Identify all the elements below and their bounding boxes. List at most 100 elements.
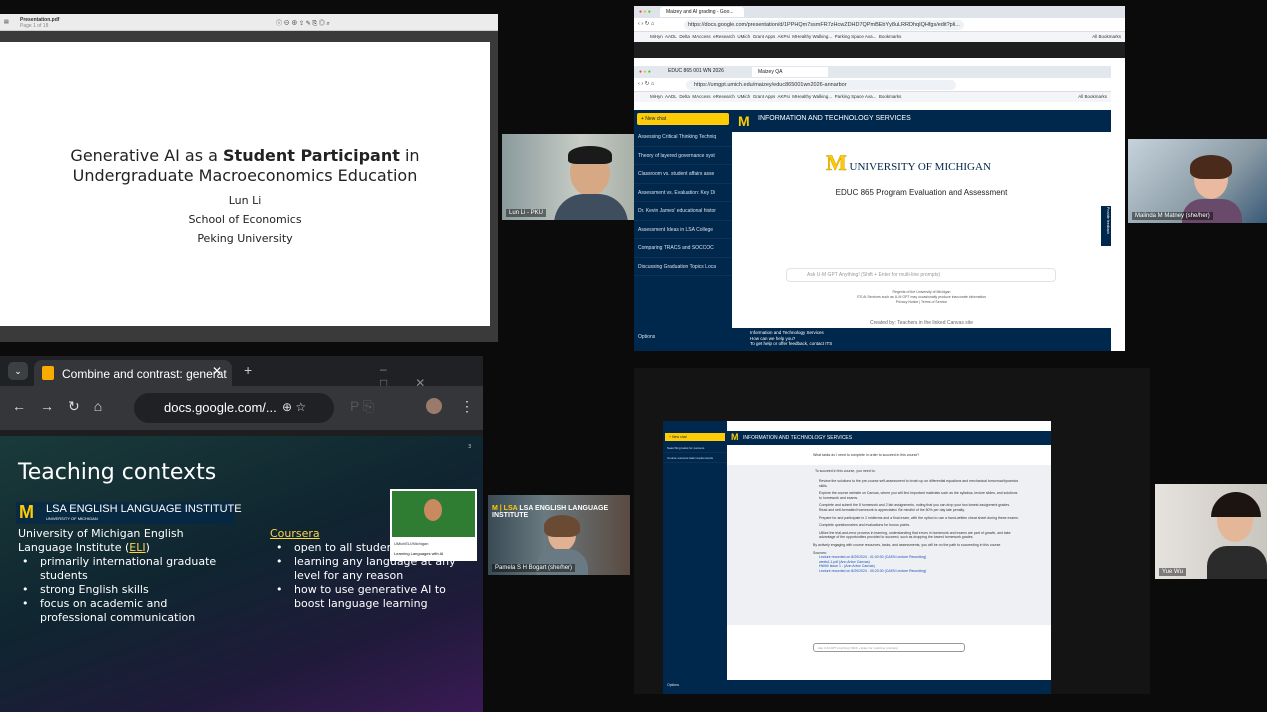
sidebar-toggle-icon[interactable]: ▤ [4, 19, 9, 25]
video-thumbnail[interactable]: UMichELI/Michigan Learning Languages wit… [390, 489, 477, 561]
bookmark-item[interactable]: AKPsi [777, 94, 789, 99]
answer-bullet: Review the solutions to the pre-course s… [819, 479, 1019, 488]
source-link[interactable]: Lecture recorded on 8/29/2024 - 00:23:00… [819, 569, 1019, 574]
video-tile-yue-wu[interactable]: Yue Wu [1155, 484, 1267, 579]
tab-maizey-qa[interactable]: Maizey QA [752, 67, 828, 77]
new-chat-button[interactable]: + New chat [637, 113, 729, 125]
nav-icons[interactable]: ‹ › ↻ ⌂ [638, 81, 654, 87]
address-bar: ‹ › ↻ ⌂ https://umgpt.umich.edu/maizey/e… [634, 78, 1111, 92]
bookmark-item[interactable]: MHealthy Walking... [792, 94, 832, 99]
options-button[interactable]: Options [638, 334, 655, 340]
pdf-toolbar: ▤ Presentation.pdf Page 1 of 18 ⓘ ⊖ ⊕ ⇪ … [0, 14, 498, 31]
thumbnail-org: UMichELI/Michigan [394, 541, 429, 546]
coursera-link[interactable]: Coursera [270, 527, 320, 540]
eli-link[interactable]: ELI [129, 541, 145, 554]
block-m-logo: M [19, 502, 34, 522]
bookmark-item[interactable]: eResearch [713, 34, 735, 39]
bullet-item: • primarily international graduate studen… [22, 555, 217, 582]
tab-maizey-grading[interactable]: Maizey and AI grading - Goo... [660, 7, 744, 17]
answer-bullet: Prepare for and participate in 2 midterm… [819, 515, 1019, 520]
eli-logo: M LSA ENGLISH LANGUAGE INSTITUTE UNIVERS… [16, 502, 242, 524]
user-question: What tasks do I need to complete in orde… [813, 453, 920, 457]
tab-combine-contrast[interactable]: Combine and contrast: generat [34, 360, 232, 386]
new-tab-icon[interactable]: + [244, 362, 252, 378]
its-help-footer: Information and Technology Services How … [732, 328, 1111, 351]
bookmark-item[interactable]: UMich [737, 94, 750, 99]
avatar[interactable] [426, 398, 442, 414]
help-link[interactable]: To get help or offer feedback, contact I… [750, 341, 1093, 347]
bookmark-item[interactable]: eResearch [713, 94, 735, 99]
bookmark-item[interactable]: MAccess [692, 94, 710, 99]
its-header: M INFORMATION AND TECHNOLOGY SERVICES [727, 431, 1051, 445]
chat-history-item[interactable]: Course success task requirements [663, 453, 727, 463]
window-controls[interactable]: ● ● ● [639, 9, 651, 15]
bookmark-item[interactable]: Grant Apps [753, 94, 776, 99]
um-logo: M UNIVERSITY OF MICHIGAN [826, 150, 991, 176]
bookmark-item[interactable]: MHealthy Walking... [792, 34, 832, 39]
bookmark-item[interactable]: AKPsi [777, 34, 789, 39]
answer-bullets: Review the solutions to the pre-course s… [813, 479, 1019, 574]
bookmark-item[interactable]: Bookmarks [879, 94, 902, 99]
chat-history-item[interactable]: Theory of layered governance syst [634, 147, 732, 165]
chat-history-item[interactable]: Assessment Ideas in LSA College [634, 221, 732, 239]
chat-history-item[interactable]: Dr. Kevin James' educational histor [634, 202, 732, 221]
chat-history-item[interactable]: Classroom vs. student affairs asse [634, 165, 732, 184]
footer-notice: Regents of the University of Michigan IT… [732, 290, 1111, 305]
presentation-slide: Generative AI as a Student Participant i… [0, 42, 490, 326]
close-tab-icon[interactable]: ✕ [212, 364, 222, 378]
video-tile-lun-li[interactable]: Lun Li - PKU [502, 134, 634, 220]
new-chat-button[interactable]: + New chat [665, 433, 725, 441]
all-bookmarks[interactable]: All Bookmarks [1078, 94, 1107, 99]
bookmark-item[interactable]: Bookmarks [879, 34, 902, 39]
participant-name: Pamela S H Bogart (she/her) [492, 564, 576, 572]
bookmark-item[interactable]: AADL [665, 94, 677, 99]
tab-educ865[interactable]: EDUC 865 001 WN 2026 [668, 68, 724, 74]
zoom-icon[interactable]: ⊕ ☆ [282, 400, 306, 414]
pdf-tools-icons[interactable]: ⓘ ⊖ ⊕ ⇪ ✎ ⎘ ◎ ⌕ [276, 18, 330, 28]
menu-icon[interactable]: ⋮ [460, 398, 474, 415]
browser-window-maizey: ● ● ● EDUC 865 001 WN 2026 Maizey QA ‹ ›… [634, 66, 1111, 351]
its-header-title: INFORMATION AND TECHNOLOGY SERVICES [743, 435, 853, 441]
bookmark-item[interactable]: Grant Apps [753, 34, 776, 39]
options-button[interactable]: Options [667, 683, 679, 687]
url-field[interactable]: https://umgpt.umich.edu/maizey/educ86500… [686, 80, 956, 90]
chat-history-item[interactable]: Assessment vs. Evaluation: Key Di [634, 184, 732, 202]
footer-links[interactable]: Privacy Notice | Terms of Service [732, 300, 1111, 305]
extension-icons[interactable]: P ⎘ [350, 398, 374, 415]
maizey-main: M UNIVERSITY OF MICHIGAN EDUC 865 Progra… [732, 132, 1111, 328]
chat-input[interactable]: Ask U-M GPT Anything! (Shift + Enter for… [786, 268, 1056, 282]
eli-logo-sub: UNIVERSITY OF MICHIGAN [46, 516, 98, 521]
bookmark-item[interactable]: Parking Space Ava... [835, 34, 877, 39]
all-bookmarks[interactable]: All Bookmarks [1092, 34, 1121, 39]
answer-intro: To succeed in this course, you need to: [815, 469, 876, 473]
participant-name: Malinda M Matney (she/her) [1132, 212, 1213, 220]
chat-sidebar: + New chat Searching tasks for success C… [663, 421, 727, 694]
answer-bullet: Complete and submit the 8 homework and 2… [819, 503, 1011, 512]
bookmark-item[interactable]: Delta [679, 34, 690, 39]
its-header: M INFORMATION AND TECHNOLOGY SERVICES [732, 110, 1111, 132]
bookmark-item[interactable]: Parking Space Ava... [835, 94, 877, 99]
bookmark-item[interactable]: MAccess [692, 34, 710, 39]
chat-history-item[interactable]: Discussing Graduation Topics Loca [634, 258, 732, 276]
url-field[interactable]: https://docs.google.com/presentation/d/1… [684, 20, 964, 30]
nav-icons[interactable]: ←→↻⌂ [12, 398, 116, 415]
window-controls[interactable]: ● ● ● [639, 69, 651, 75]
chat-history-item[interactable]: Assessing Critical Thinking Techniq [634, 128, 732, 147]
bookmark-item[interactable]: Delta [679, 94, 690, 99]
bookmark-item[interactable]: MiHyn [650, 34, 663, 39]
eli-logo-text: LSA ENGLISH LANGUAGE INSTITUTE [46, 503, 242, 515]
block-m-logo: M [738, 113, 750, 129]
bookmark-item[interactable]: AADL [665, 34, 677, 39]
video-tile-pamela[interactable]: M | LSA LSA ENGLISH LANGUAGE INSTITUTE P… [488, 495, 630, 575]
tab-search-icon[interactable]: ⌄ [8, 362, 28, 380]
chat-history-item[interactable]: Searching tasks for success [663, 443, 727, 453]
bookmark-item[interactable]: MiHyn [650, 94, 663, 99]
bookmarks-bar: MiHyn AADL Delta MAccess eResearch UMich… [634, 32, 1125, 42]
feedback-tab[interactable]: Provide feedback [1101, 206, 1111, 246]
chat-input[interactable]: Ask U-M GPT Anything! (Shift + Enter for… [813, 643, 965, 652]
chat-history-item[interactable]: Comparing TRACS and SOCCOC [634, 239, 732, 258]
video-tile-malinda[interactable]: Malinda M Matney (she/her) [1128, 139, 1267, 223]
slide-dept: School of Economics [188, 213, 302, 226]
nav-icons[interactable]: ‹ › ↻ ⌂ [638, 21, 654, 27]
bookmark-item[interactable]: UMich [737, 34, 750, 39]
